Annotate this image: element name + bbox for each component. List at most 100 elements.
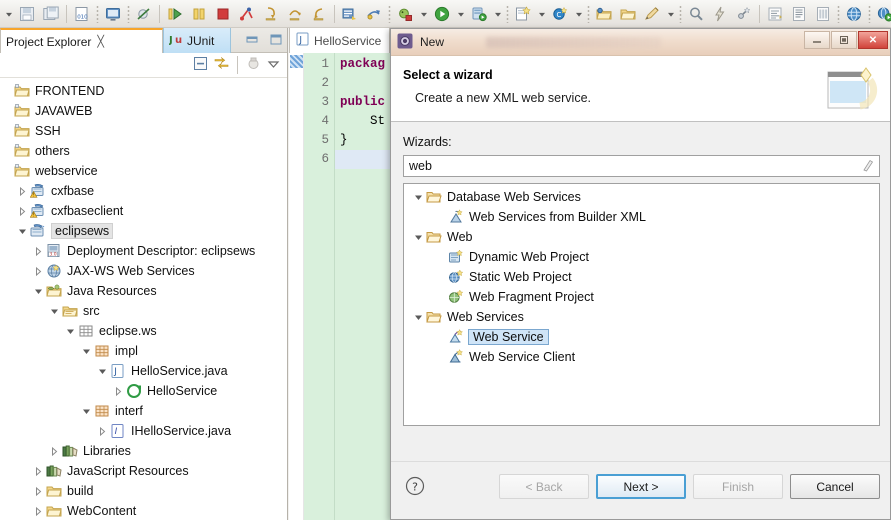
- tab-junit[interactable]: Ju JUnit: [163, 28, 231, 53]
- minimize-icon[interactable]: [245, 32, 259, 49]
- chevron-right-icon[interactable]: [32, 261, 45, 281]
- tree-item-others[interactable]: others: [0, 141, 287, 161]
- pencil-icon[interactable]: [640, 2, 664, 26]
- dialog-close-button[interactable]: ✕: [858, 31, 888, 49]
- cancel-button[interactable]: Cancel: [790, 474, 880, 499]
- outline-view-icon[interactable]: [763, 2, 787, 26]
- dropdown-arrow[interactable]: [491, 2, 504, 26]
- toolbar-drag-handle[interactable]: [837, 4, 840, 23]
- tree-item-src[interactable]: src: [0, 301, 287, 321]
- step-into-icon[interactable]: [259, 2, 283, 26]
- tree-item-java-resources[interactable]: Java Resources: [0, 281, 287, 301]
- wizard-item-dynamic-web-project[interactable]: Dynamic Web Project: [404, 247, 879, 267]
- help-question-icon[interactable]: ?: [405, 476, 425, 499]
- dropdown-arrow[interactable]: [2, 2, 15, 26]
- open-type-icon[interactable]: [338, 2, 362, 26]
- open-folder-icon[interactable]: [592, 2, 616, 26]
- tree-item-webservice[interactable]: webservice: [0, 161, 287, 181]
- toolbar-drag-handle[interactable]: [96, 4, 99, 23]
- wizard-filter-input[interactable]: web: [403, 155, 880, 177]
- terminate-icon[interactable]: [211, 2, 235, 26]
- chevron-right-icon[interactable]: [16, 181, 29, 201]
- step-over-icon[interactable]: [283, 2, 307, 26]
- tree-item-helloservice-java[interactable]: J HelloService.java: [0, 361, 287, 381]
- dropdown-arrow[interactable]: [454, 2, 467, 26]
- chevron-down-icon[interactable]: [32, 281, 45, 301]
- tree-item-deployment-descriptor-eclipsews[interactable]: 3.0 Deployment Descriptor: eclipsews: [0, 241, 287, 261]
- wizard-item-static-web-project[interactable]: Static Web Project: [404, 267, 879, 287]
- dropdown-arrow[interactable]: [535, 2, 548, 26]
- build-icon[interactable]: 010: [70, 2, 94, 26]
- tree-item-webcontent[interactable]: WebContent: [0, 501, 287, 520]
- suspend-icon[interactable]: [187, 2, 211, 26]
- chevron-right-icon[interactable]: [96, 421, 109, 441]
- chevron-down-icon[interactable]: [64, 321, 77, 341]
- dropdown-arrow[interactable]: [417, 2, 430, 26]
- chevron-right-icon[interactable]: [32, 481, 45, 501]
- toolbar-drag-handle[interactable]: [679, 4, 682, 23]
- focus-task-icon[interactable]: [245, 55, 262, 75]
- toolbar-drag-handle[interactable]: [388, 4, 391, 23]
- tree-item-ihelloservice-java[interactable]: I IHelloService.java: [0, 421, 287, 441]
- chevron-down-icon[interactable]: [412, 307, 425, 327]
- chevron-down-icon[interactable]: [80, 341, 93, 361]
- tree-item-build[interactable]: build: [0, 481, 287, 501]
- skip-breakpoints-icon[interactable]: [132, 2, 156, 26]
- dropdown-arrow[interactable]: [664, 2, 677, 26]
- lightning-icon[interactable]: [708, 2, 732, 26]
- new-wizard-icon[interactable]: [511, 2, 535, 26]
- step-return-icon[interactable]: [307, 2, 331, 26]
- wizard-item-web-service[interactable]: Web Service: [404, 327, 879, 347]
- wizard-item-web[interactable]: Web: [404, 227, 879, 247]
- browser-icon[interactable]: [842, 2, 866, 26]
- tree-item-jax-ws-web-services[interactable]: JAX-WS Web Services: [0, 261, 287, 281]
- tree-item-impl[interactable]: impl: [0, 341, 287, 361]
- properties-view-icon[interactable]: [787, 2, 811, 26]
- wizard-item-database-web-services[interactable]: Database Web Services: [404, 187, 879, 207]
- run-as-server-icon[interactable]: [467, 2, 491, 26]
- save-all-icon[interactable]: [39, 2, 63, 26]
- tree-item-javaweb[interactable]: JAVAWEB: [0, 101, 287, 121]
- tree-item-ssh[interactable]: SSH: [0, 121, 287, 141]
- chevron-down-icon[interactable]: [412, 187, 425, 207]
- dialog-maximize-button[interactable]: [831, 31, 857, 49]
- debug-icon[interactable]: [393, 2, 417, 26]
- chevron-right-icon[interactable]: [16, 201, 29, 221]
- dropdown-arrow[interactable]: [572, 2, 585, 26]
- run-icon[interactable]: [430, 2, 454, 26]
- maximize-icon[interactable]: [269, 32, 283, 49]
- marker-bar[interactable]: [289, 53, 304, 520]
- project-tree[interactable]: FRONTEND JAVAWEB SSH others webservice! cxfba…: [0, 79, 287, 520]
- chevron-down-icon[interactable]: [96, 361, 109, 381]
- tree-item-helloservice[interactable]: HelloService: [0, 381, 287, 401]
- link-icon[interactable]: [732, 2, 756, 26]
- wizard-item-web-services-from-builder-xml[interactable]: Web Services from Builder XML: [404, 207, 879, 227]
- chevron-down-icon[interactable]: [48, 301, 61, 321]
- wizard-item-web-service-client[interactable]: Web Service Client: [404, 347, 879, 367]
- collapse-all-icon[interactable]: [192, 55, 209, 75]
- open-task-icon[interactable]: [362, 2, 386, 26]
- chevron-right-icon[interactable]: [112, 381, 125, 401]
- wizard-tree[interactable]: Database Web Services Web Services from B…: [403, 183, 880, 426]
- new-java-class-icon[interactable]: C: [548, 2, 572, 26]
- console-icon[interactable]: [101, 2, 125, 26]
- next-button[interactable]: Next >: [596, 474, 686, 499]
- tree-item-eclipsews[interactable]: eclipsews: [0, 221, 287, 241]
- toolbar-drag-handle[interactable]: [506, 4, 509, 23]
- disconnect-icon[interactable]: [235, 2, 259, 26]
- tree-item-javascript-resources[interactable]: JavaScript Resources: [0, 461, 287, 481]
- search-icon[interactable]: [684, 2, 708, 26]
- wizard-item-web-services[interactable]: Web Services: [404, 307, 879, 327]
- chevron-down-icon[interactable]: [80, 401, 93, 421]
- tree-item-cxfbaseclient[interactable]: ! cxfbaseclient: [0, 201, 287, 221]
- toolbar-drag-handle[interactable]: [868, 4, 871, 23]
- chevron-down-icon[interactable]: [412, 227, 425, 247]
- folder-icon[interactable]: [616, 2, 640, 26]
- tab-project-explorer[interactable]: Project Explorer ╳: [0, 28, 163, 53]
- view-menu-icon[interactable]: [266, 56, 281, 74]
- palette-view-icon[interactable]: [811, 2, 835, 26]
- toolbar-drag-handle[interactable]: [587, 4, 590, 23]
- tree-item-cxfbase[interactable]: ! cxfbase: [0, 181, 287, 201]
- chevron-right-icon[interactable]: [48, 441, 61, 461]
- tree-item-frontend[interactable]: FRONTEND: [0, 81, 287, 101]
